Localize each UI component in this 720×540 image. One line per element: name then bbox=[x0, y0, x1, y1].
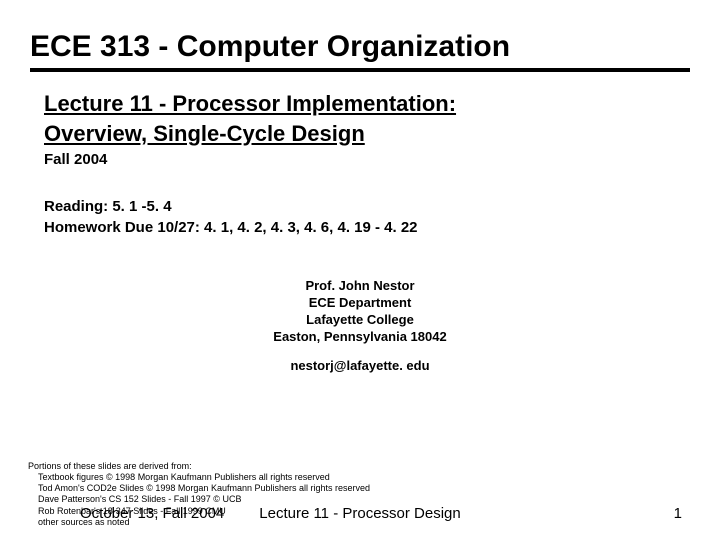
credits-line: Tod Amon's COD2e Slides © 1998 Morgan Ka… bbox=[38, 483, 370, 494]
credits-line: Textbook figures © 1998 Morgan Kaufmann … bbox=[38, 472, 370, 483]
prof-name: Prof. John Nestor bbox=[200, 278, 520, 295]
homework-line: Homework Due 10/27: 4. 1, 4. 2, 4. 3, 4.… bbox=[44, 217, 690, 238]
prof-dept: ECE Department bbox=[200, 295, 520, 312]
prof-college: Lafayette College bbox=[200, 312, 520, 329]
footer-date: October 13, Fall 2004 bbox=[80, 505, 224, 522]
credits-line: Portions of these slides are derived fro… bbox=[28, 461, 370, 472]
course-title: ECE 313 - Computer Organization bbox=[30, 30, 690, 64]
lecture-title-line2: Overview, Single-Cycle Design bbox=[44, 120, 690, 148]
term-label: Fall 2004 bbox=[44, 151, 690, 168]
title-divider bbox=[30, 68, 690, 72]
credits-line: Dave Patterson's CS 152 Slides - Fall 19… bbox=[38, 494, 370, 505]
footer-lecture: Lecture 11 - Processor Design bbox=[259, 505, 460, 522]
prof-address: Easton, Pennsylvania 18042 bbox=[200, 329, 520, 346]
lecture-title-line1: Lecture 11 - Processor Implementation: bbox=[44, 90, 690, 118]
reading-line: Reading: 5. 1 -5. 4 bbox=[44, 196, 690, 217]
prof-email: nestorj@lafayette. edu bbox=[200, 358, 520, 373]
page-number: 1 bbox=[674, 505, 682, 522]
